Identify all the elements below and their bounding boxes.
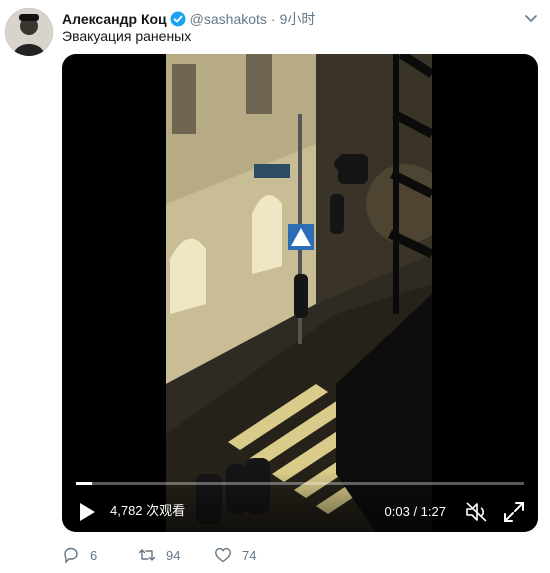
author-handle[interactable]: @sashakots — [190, 11, 267, 27]
retweet-icon — [138, 549, 156, 561]
reply-button[interactable]: 6 — [62, 546, 138, 564]
timestamp[interactable]: 9小时 — [280, 9, 316, 29]
tweet-text: Эвакуация раненых — [62, 28, 192, 44]
like-button[interactable]: 74 — [214, 546, 290, 564]
chevron-down-icon[interactable] — [522, 9, 540, 27]
like-count: 74 — [242, 547, 257, 563]
progress-bar[interactable] — [76, 482, 524, 485]
reply-icon — [64, 547, 78, 564]
view-count: 4,782 次观看 — [110, 503, 186, 518]
fullscreen-icon[interactable] — [502, 500, 526, 524]
avatar[interactable] — [5, 8, 53, 56]
retweet-count: 94 — [166, 547, 181, 563]
tweet: Александр Коц @sashakots · 9小时 Эвакуация… — [0, 0, 550, 573]
tweet-actions: 6 94 74 — [62, 544, 290, 566]
separator: · — [270, 11, 276, 27]
tweet-header: Александр Коц @sashakots · 9小时 — [62, 9, 540, 29]
heart-icon — [215, 547, 231, 563]
video-frame — [166, 54, 432, 532]
video-player[interactable]: 4,782 次观看 0:03 / 1:27 — [62, 54, 538, 532]
volume-muted-icon[interactable] — [464, 500, 490, 524]
play-icon[interactable] — [74, 500, 98, 524]
author-name[interactable]: Александр Коц — [62, 11, 167, 27]
timecode: 0:03 / 1:27 — [384, 504, 446, 519]
verified-badge-icon — [170, 11, 186, 27]
retweet-button[interactable]: 94 — [138, 546, 214, 564]
progress-fill — [76, 482, 92, 485]
video-controls: 4,782 次观看 0:03 / 1:27 — [62, 472, 538, 532]
reply-count: 6 — [90, 547, 98, 563]
